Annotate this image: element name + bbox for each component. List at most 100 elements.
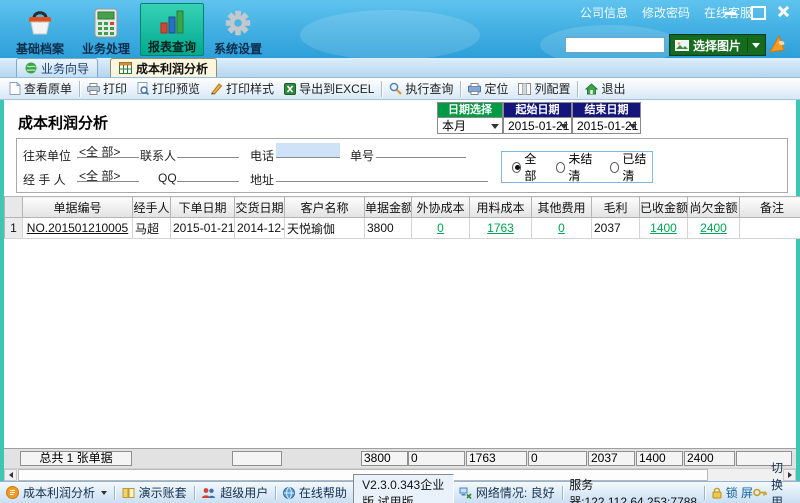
scroll-left-button[interactable] bbox=[4, 469, 17, 481]
statusbar-separator bbox=[704, 485, 705, 500]
nav-label: 基础档案 bbox=[15, 42, 64, 56]
toolbar-separator bbox=[577, 80, 579, 97]
nav-item-basic-archives[interactable]: 基础档案 bbox=[8, 3, 72, 56]
summary-total-label: 总共 1 张单据 bbox=[20, 451, 132, 466]
column-header[interactable]: 尚欠金额 bbox=[687, 196, 740, 218]
date-preset-dropdown[interactable]: 本月 bbox=[437, 117, 503, 134]
status-user[interactable]: 超级用户 bbox=[201, 484, 268, 501]
order-no-field[interactable] bbox=[376, 143, 466, 158]
end-date-header: 结束日期 bbox=[572, 102, 641, 117]
arrow-left-icon bbox=[8, 472, 13, 478]
status-report-selector[interactable]: 成本利润分析 bbox=[6, 484, 108, 501]
statusbar-separator bbox=[193, 485, 195, 500]
print-button[interactable]: 打印 bbox=[82, 79, 132, 99]
qq-field[interactable] bbox=[177, 167, 239, 182]
results-table: 单据编号 经手人 下单日期 交货日期 客户名称 单据金额 外协成本 用料成本 其… bbox=[4, 196, 800, 239]
radio-all[interactable]: 全部 bbox=[512, 150, 544, 184]
material-cost-link[interactable]: 1763 bbox=[487, 221, 514, 235]
status-online-help[interactable]: 在线帮助 bbox=[282, 484, 347, 501]
material-cost-cell: 1763 bbox=[469, 217, 532, 239]
company-info-link[interactable]: 公司信息 bbox=[580, 4, 628, 21]
cloud-decoration bbox=[300, 10, 480, 60]
nav-item-report-query[interactable]: 报表查询 bbox=[140, 3, 204, 56]
contact-field[interactable] bbox=[177, 143, 239, 158]
toolbar-label: 列配置 bbox=[534, 82, 571, 96]
view-original-order-button[interactable]: 查看原单 bbox=[4, 79, 77, 99]
locate-button[interactable]: 定位 bbox=[463, 79, 513, 99]
banner-text-input[interactable] bbox=[565, 37, 665, 53]
status-account[interactable]: 演示账套 bbox=[122, 484, 187, 501]
tab-cost-profit-analysis[interactable]: 成本利润分析 bbox=[110, 58, 218, 77]
lock-screen-button[interactable]: 锁 屏 bbox=[712, 484, 753, 501]
end-date-dropdown[interactable]: 2015-01-21 bbox=[572, 117, 641, 134]
summary-material-cost: 1763 bbox=[466, 451, 527, 466]
chevron-down-icon bbox=[101, 490, 108, 495]
owed-link[interactable]: 2400 bbox=[700, 221, 727, 235]
radio-button-icon bbox=[512, 161, 522, 173]
row-number-header bbox=[4, 196, 23, 218]
tab-label: 成本利润分析 bbox=[136, 61, 209, 76]
doc-no-link[interactable]: NO.201501210005 bbox=[27, 221, 128, 235]
excel-icon bbox=[284, 82, 297, 95]
column-header[interactable]: 已收金额 bbox=[639, 196, 688, 218]
status-report-label: 成本利润分析 bbox=[23, 486, 96, 500]
nav-item-business-processing[interactable]: 业务处理 bbox=[74, 3, 138, 56]
unit-field[interactable]: <全 部> bbox=[77, 143, 139, 159]
handler-field[interactable]: <全 部> bbox=[77, 167, 139, 183]
column-header[interactable]: 备注 bbox=[739, 196, 800, 218]
print-style-button[interactable]: 打印样式 bbox=[205, 79, 279, 99]
radio-settled[interactable]: 已结清 bbox=[609, 150, 652, 184]
unit-label: 往来单位 bbox=[23, 149, 72, 163]
select-image-button[interactable]: 选择图片 bbox=[668, 34, 767, 56]
radio-unsettled[interactable]: 未结清 bbox=[555, 150, 598, 184]
print-preview-button[interactable]: 打印预览 bbox=[132, 79, 205, 99]
status-bar: 成本利润分析 演示账套 超级用户 在线帮助 V2.3.0.343企业版 试用版 … bbox=[0, 461, 800, 503]
horn-icon[interactable] bbox=[766, 33, 788, 55]
run-query-button[interactable]: 执行查询 bbox=[384, 79, 458, 99]
column-header[interactable]: 其他费用 bbox=[531, 196, 592, 218]
summary-owed: 2400 bbox=[684, 451, 735, 466]
start-date-dropdown[interactable]: 2015-01-21 bbox=[503, 117, 572, 134]
notebook-icon bbox=[122, 487, 135, 499]
nav-item-system-settings[interactable]: 系统设置 bbox=[206, 3, 270, 56]
statusbar-separator bbox=[275, 485, 276, 500]
table-row: 1 NO.201501210005 马超 2015-01-21 2014-12-… bbox=[4, 217, 800, 239]
column-header[interactable]: 交货日期 bbox=[234, 196, 285, 218]
received-cell: 1400 bbox=[639, 217, 688, 239]
address-field[interactable] bbox=[276, 167, 488, 182]
outsource-cost-cell: 0 bbox=[411, 217, 470, 239]
outsource-cost-link[interactable]: 0 bbox=[437, 221, 444, 235]
column-header[interactable]: 单据编号 bbox=[22, 196, 133, 218]
status-server-label: 服务器:122.112.64.253:7788 bbox=[569, 477, 698, 503]
radio-button-icon bbox=[609, 161, 620, 173]
nav-label: 系统设置 bbox=[213, 42, 262, 56]
export-excel-button[interactable]: 导出到EXCEL bbox=[279, 79, 379, 99]
switch-user-button[interactable]: 切换用户 bbox=[753, 459, 794, 503]
received-link[interactable]: 1400 bbox=[650, 221, 677, 235]
column-header[interactable]: 用料成本 bbox=[469, 196, 532, 218]
column-header[interactable]: 经手人 bbox=[132, 196, 171, 218]
column-header[interactable]: 下单日期 bbox=[170, 196, 235, 218]
column-header[interactable]: 单据金额 bbox=[364, 196, 412, 218]
maximize-button[interactable] bbox=[750, 5, 766, 20]
column-header[interactable]: 外协成本 bbox=[411, 196, 470, 218]
column-header[interactable]: 毛利 bbox=[591, 196, 640, 218]
exit-button[interactable]: 退出 bbox=[580, 79, 630, 99]
amount-cell: 3800 bbox=[364, 217, 412, 239]
delivery-date-cell: 2014-12-3 bbox=[234, 217, 285, 239]
close-button[interactable] bbox=[776, 5, 790, 17]
change-password-link[interactable]: 修改密码 bbox=[642, 4, 690, 21]
table-icon bbox=[119, 62, 132, 74]
printer-icon bbox=[87, 82, 101, 95]
filter-panel: 往来单位 <全 部> 联系人 电话 单号 经 手 人 <全 部> QQ 地址 全… bbox=[16, 138, 788, 193]
start-date-header: 起始日期 bbox=[503, 102, 572, 117]
columns-icon bbox=[518, 82, 532, 95]
minimize-button[interactable] bbox=[724, 5, 738, 17]
column-header[interactable]: 客户名称 bbox=[284, 196, 365, 218]
phone-field[interactable] bbox=[276, 143, 340, 158]
other-cost-link[interactable]: 0 bbox=[558, 221, 565, 235]
page-title: 成本利润分析 bbox=[18, 115, 109, 132]
column-config-button[interactable]: 列配置 bbox=[513, 79, 575, 99]
main-nav: 基础档案 业务处理 报表查询 系统设置 bbox=[8, 3, 270, 56]
tab-business-wizard[interactable]: 业务向导 bbox=[16, 58, 99, 77]
